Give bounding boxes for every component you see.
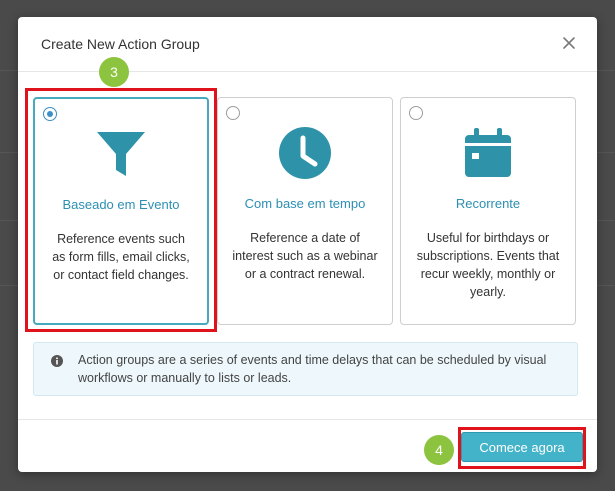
card-recurring[interactable]: Recorrente Useful for birthdays or subsc… xyxy=(400,97,576,325)
step-badge-4: 4 xyxy=(424,435,454,465)
card-description: Reference a date of interest such as a w… xyxy=(232,231,378,281)
radio-recurring[interactable] xyxy=(409,106,423,120)
close-icon[interactable] xyxy=(561,35,577,51)
dialog-title: Create New Action Group xyxy=(41,36,200,52)
radio-time-based[interactable] xyxy=(226,106,240,120)
card-title: Baseado em Evento xyxy=(62,197,180,212)
info-icon xyxy=(51,355,63,367)
clock-icon xyxy=(279,127,331,179)
step-badge-3: 3 xyxy=(99,57,129,87)
info-text: Action groups are a series of events and… xyxy=(78,353,547,385)
card-title: Com base em tempo xyxy=(244,196,366,211)
calendar-icon xyxy=(465,128,511,177)
card-time-based[interactable]: Com base em tempo Reference a date of in… xyxy=(217,97,393,325)
card-description: Useful for birthdays or subscriptions. E… xyxy=(416,231,560,299)
funnel-icon xyxy=(97,132,145,176)
radio-event-based[interactable] xyxy=(43,107,57,121)
info-message: Action groups are a series of events and… xyxy=(33,342,578,396)
footer-divider xyxy=(18,419,597,420)
action-type-cards: Baseado em Evento Reference events such … xyxy=(33,97,578,325)
card-event-based[interactable]: Baseado em Evento Reference events such … xyxy=(33,97,209,325)
create-action-group-dialog: Create New Action Group Baseado em Event… xyxy=(18,17,597,472)
card-description: Reference events such as form fills, ema… xyxy=(52,232,190,282)
card-title: Recorrente xyxy=(455,196,521,211)
start-now-button[interactable]: Comece agora xyxy=(461,432,583,462)
